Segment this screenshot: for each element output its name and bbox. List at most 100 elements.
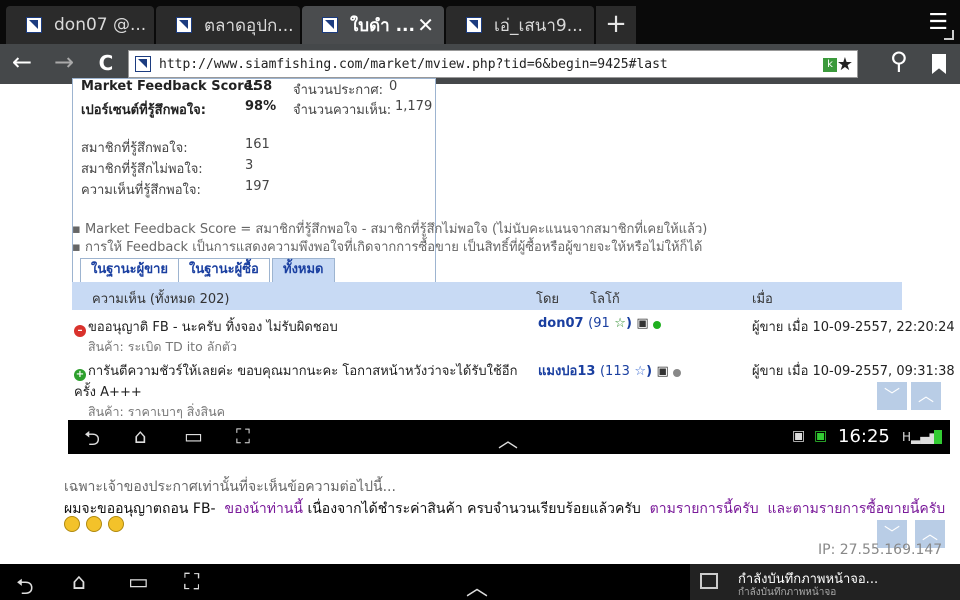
page-content: Market Feedback Score: 158 จำนวนประกาศ: …	[0, 78, 960, 600]
k-badge-icon[interactable]: k	[823, 58, 837, 72]
user-score: (113	[599, 364, 630, 379]
negative-icon: –	[74, 325, 86, 337]
pct-label: เปอร์เซนต์ที่รู้สึกพอใจ:	[81, 103, 206, 118]
close-tab-icon[interactable]: ✕	[417, 13, 434, 37]
post-middle: เนื่องจากได้ชำระค่าสินค้า ครบจำนวนเรียบร…	[307, 501, 641, 517]
system-navigation-bar: ⮌ ⌂ ▭ ⛶ ︿ กำลังบันทึกภาพหน้าจอ... กำลังบ…	[0, 564, 960, 600]
back-nav-icon: ⮌	[84, 426, 101, 450]
phone-icon: ▣	[656, 364, 669, 379]
ip-address: IP: 27.55.169.147	[818, 542, 943, 558]
comments-value: 1,179	[395, 99, 433, 114]
notification-icon: ▣	[814, 428, 828, 444]
embedded-screenshot: Market Feedback Score: 158 จำนวนประกาศ: …	[0, 78, 960, 454]
scroll-down-icon[interactable]: ﹀	[877, 382, 907, 410]
browser-tab-bar: don07 @... ตลาดอุปก... ใบดำ ... ✕ เอ่_เส…	[0, 0, 960, 44]
tab-label: ใบดำ ...	[350, 15, 415, 36]
note-2: ▪ การให้ Feedback เป็นการแสดงความพึงพอใจ…	[72, 240, 703, 255]
site-favicon-icon	[26, 17, 42, 33]
site-favicon-icon	[466, 17, 482, 33]
tab-label: เอ่_เสนา9...	[494, 15, 583, 36]
comment-cell: + การันตีความชัวร์ให้เลยค่ะ ขอบคุณมากนะคะ…	[74, 360, 524, 422]
tab-4[interactable]: เอ่_เสนา9...	[446, 6, 594, 44]
product-text[interactable]: สินค้า: ราคาเบาๆ สิ่งสินค	[74, 404, 225, 419]
site-favicon-icon	[322, 17, 338, 33]
score-label: Market Feedback Score:	[81, 79, 258, 94]
screenshot-notification[interactable]: กำลังบันทึกภาพหน้าจอ... กำลังบันทึกภาพหน…	[690, 564, 960, 600]
notification-subtitle: กำลังบันทึกภาพหน้าจอ	[738, 587, 837, 598]
user-cell: แมงปอ13 (113 ☆) ▣	[538, 360, 683, 381]
scroll-up-icon[interactable]: ︿	[911, 382, 941, 410]
when-text: ผู้ขาย เมื่อ 10-09-2557, 22:20:24	[752, 320, 955, 335]
post-link-2[interactable]: ตามรายการนี้ครับ	[650, 501, 759, 517]
pos-comments-value: 197	[245, 179, 270, 194]
pos-comments-label: ความเห็นที่รู้สึกพอใจ:	[81, 183, 201, 198]
tab-all[interactable]: ทั้งหมด	[272, 258, 335, 282]
battery-icon	[934, 430, 942, 444]
tab-1[interactable]: don07 @...	[6, 6, 154, 44]
tab-3-active[interactable]: ใบดำ ... ✕	[302, 6, 444, 44]
score-value: 158	[245, 79, 273, 94]
pos-value: 161	[245, 137, 270, 152]
col-by[interactable]: โดย	[536, 288, 559, 309]
comments-label: จำนวนความเห็น:	[293, 103, 392, 118]
url-input[interactable]: http://www.siamfishing.com/market/mview.…	[128, 50, 858, 78]
announce-label: จำนวนประกาศ:	[293, 83, 384, 98]
note-2-text: การให้ Feedback เป็นการแสดงความพึงพอใจที…	[84, 240, 703, 255]
positive-icon: +	[74, 369, 86, 381]
back-nav-icon[interactable]: ⮌	[16, 570, 34, 600]
home-icon[interactable]: ⌂	[72, 570, 86, 595]
post-body: ผมจะขออนุญาตถอน FB- ของน้าท่านนี้ เนื่อง…	[64, 498, 945, 520]
image-icon	[700, 573, 718, 589]
comment-text: การันตีความชัวร์ให้เลยค่ะ ขอบคุณมากนะคะ …	[74, 364, 518, 400]
product-text[interactable]: สินค้า: ระเบิด TD ito ลักตัว	[74, 339, 237, 354]
star-bookmark-icon[interactable]: ★	[837, 54, 853, 75]
user-link[interactable]: don07	[538, 316, 584, 331]
url-text: http://www.siamfishing.com/market/mview.…	[159, 56, 668, 72]
offline-status-icon	[673, 369, 682, 377]
star-icon: ☆	[614, 316, 626, 331]
col-when[interactable]: เมื่อ	[752, 288, 773, 309]
emoticon-icon	[64, 516, 80, 532]
user-link[interactable]: แมงปอ13	[538, 364, 595, 379]
post-link-1[interactable]: ของน้าท่านนี้	[225, 501, 303, 517]
post-prefix: ผมจะขออนุญาตถอน FB-	[64, 501, 216, 517]
online-status-icon	[653, 321, 662, 329]
user-cell: don07 (91 ☆) ▣	[538, 316, 663, 331]
comment-cell: – ขออนุญาติ FB - นะครับ ทิ้งจอง ไม่รับผิด…	[74, 316, 524, 357]
screenshot-icon[interactable]: ⛶	[184, 570, 199, 595]
pct-value: 98%	[245, 99, 277, 114]
tab-label: ตลาดอุปก...	[204, 15, 294, 36]
home-icon: ⌂	[134, 424, 147, 448]
recent-apps-icon: ▭	[184, 424, 203, 448]
col-comment: ความเห็น (ทั้งหมด 202)	[92, 292, 230, 307]
forward-icon[interactable]: →	[44, 48, 84, 80]
site-favicon-icon	[176, 17, 192, 33]
post-link-3[interactable]: และตามรายการซื้อขายนี้ครับ	[768, 501, 946, 517]
bookmarks-icon[interactable]	[932, 54, 946, 74]
tab-label: don07 @...	[54, 15, 147, 35]
owner-only-notice: เฉพาะเจ้าของประกาศเท่านั้นที่จะเห็นข้อคว…	[64, 479, 396, 495]
back-icon[interactable]: ←	[2, 48, 42, 80]
tab-as-buyer[interactable]: ในฐานะผู้ซื้อ	[178, 258, 270, 282]
pos-label: สมาชิกที่รู้สึกพอใจ:	[81, 141, 188, 156]
new-tab-button[interactable]: +	[596, 6, 636, 44]
table-header: ความเห็น (ทั้งหมด 202) โดย โลโก้ เมื่อ	[72, 282, 902, 310]
comment-text: ขออนุญาติ FB - นะครับ ทิ้งจอง ไม่รับผิดช…	[88, 320, 338, 335]
phone-icon: ▣	[636, 316, 649, 331]
site-favicon-icon	[135, 56, 151, 72]
when-text: ผู้ขาย เมื่อ 10-09-2557, 09:31:38	[752, 364, 955, 379]
user-score: (91	[588, 316, 610, 331]
emoticon-icon	[108, 516, 124, 532]
search-icon[interactable]: ⚲	[890, 47, 908, 75]
col-logo: โลโก้	[590, 292, 620, 307]
embedded-system-bar: ⮌ ⌂ ▭ ⛶ ︿ ▣ ▣ 16:25 H▂▄▆	[68, 420, 950, 454]
chevron-up-icon[interactable]: ︿	[466, 570, 488, 600]
tab-as-seller[interactable]: ในฐานะผู้ขาย	[80, 258, 179, 282]
resize-handle-icon	[944, 30, 954, 40]
recent-apps-icon[interactable]: ▭	[128, 570, 149, 595]
screen: don07 @... ตลาดอุปก... ใบดำ ... ✕ เอ่_เส…	[0, 0, 960, 600]
announce-value: 0	[389, 79, 398, 94]
star-icon: ☆	[634, 364, 647, 379]
tab-2[interactable]: ตลาดอุปก...	[156, 6, 300, 44]
chevron-up-icon: ︿	[498, 428, 518, 452]
